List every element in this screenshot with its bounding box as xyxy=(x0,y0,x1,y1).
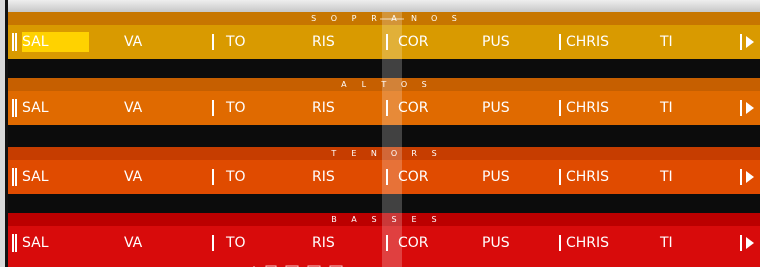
lyric-syllable[interactable]: RIS xyxy=(312,167,335,187)
track-title-letter: S xyxy=(311,14,317,23)
track-title-letter: S xyxy=(371,215,377,224)
lyric-syllable[interactable]: PUS xyxy=(482,167,510,187)
track-title-letter: S xyxy=(431,149,437,158)
barline xyxy=(559,100,561,116)
barline xyxy=(212,34,214,50)
track-title-letter: S xyxy=(421,80,427,89)
start-barline xyxy=(12,99,17,117)
lyric-syllable[interactable]: RIS xyxy=(312,98,335,118)
barline xyxy=(559,235,561,251)
lyric-syllable[interactable]: COR xyxy=(398,98,429,118)
lyric-syllable[interactable]: VA xyxy=(124,167,142,187)
lyric-syllable[interactable]: TI xyxy=(660,98,673,118)
lyric-syllable[interactable]: CHRIS xyxy=(566,32,609,52)
track-title-letter: P xyxy=(351,14,357,23)
lyric-syllable[interactable]: COR xyxy=(398,233,429,253)
barline xyxy=(212,169,214,185)
start-barline xyxy=(12,168,17,186)
track-title-letter: B xyxy=(331,215,337,224)
top-strip xyxy=(8,0,760,12)
choir-tracks: S O P R A N O S SAL VA TO RIS COR PUS CHRIS TI A L TO S S… xyxy=(8,12,760,267)
lyric-syllable[interactable]: VA xyxy=(124,32,142,52)
lyric-syllable[interactable]: VA xyxy=(124,98,142,118)
barline xyxy=(212,235,214,251)
lyric-syllable[interactable]: RIS xyxy=(312,233,335,253)
lyric-syllable[interactable]: TI xyxy=(660,32,673,52)
lyric-syllable[interactable]: TI xyxy=(660,167,673,187)
app-window: S O P R A N O S SAL VA TO RIS COR PUS CHRIS TI A L TO S S… xyxy=(0,0,760,267)
track-title-letter: E xyxy=(411,215,417,224)
track-title-letter: E xyxy=(351,149,357,158)
lyric-syllable[interactable]: CHRIS xyxy=(566,98,609,118)
lyric-syllable[interactable]: TI xyxy=(660,233,673,253)
lyric-syllable[interactable]: COR xyxy=(398,167,429,187)
lyric-syllable[interactable]: CHRIS xyxy=(566,233,609,253)
lyric-syllable[interactable]: SAL xyxy=(22,233,49,253)
play-arrow-icon[interactable] xyxy=(740,34,756,50)
track-title-letter: A xyxy=(341,80,347,89)
track-title-letter: O xyxy=(330,14,337,23)
lyric-syllable[interactable]: SAL xyxy=(22,32,89,52)
playhead[interactable] xyxy=(380,12,404,267)
lyric-syllable[interactable]: RIS xyxy=(312,32,335,52)
track-title-letter: N xyxy=(411,14,417,23)
track-title-letter: R xyxy=(411,149,417,158)
track-title-letter: S xyxy=(451,14,457,23)
track-title-letter: A xyxy=(351,215,357,224)
track-title-letter: O xyxy=(431,14,438,23)
track-title-letter: L xyxy=(361,80,367,89)
lyric-syllable[interactable]: TO xyxy=(226,233,246,253)
lyric-syllable[interactable]: SAL xyxy=(22,167,49,187)
track-title-letter: T xyxy=(331,149,337,158)
play-arrow-icon[interactable] xyxy=(740,100,756,116)
lyric-syllable[interactable]: SAL xyxy=(22,98,49,118)
left-border xyxy=(0,0,8,267)
lyric-syllable[interactable]: CHRIS xyxy=(566,167,609,187)
lyric-syllable[interactable]: TO xyxy=(226,167,246,187)
start-barline xyxy=(12,234,17,252)
barline xyxy=(212,100,214,116)
lyric-syllable[interactable]: PUS xyxy=(482,98,510,118)
lyric-syllable[interactable]: TO xyxy=(226,98,246,118)
track-title-letter: N xyxy=(370,149,377,158)
start-barline xyxy=(12,33,17,51)
barline xyxy=(559,34,561,50)
track-title-letter: R xyxy=(371,14,377,23)
barline xyxy=(559,169,561,185)
track-title-letter: S xyxy=(431,215,437,224)
play-arrow-icon[interactable] xyxy=(740,169,756,185)
play-arrow-icon[interactable] xyxy=(740,235,756,251)
lyric-syllable[interactable]: VA xyxy=(124,233,142,253)
lyric-syllable[interactable]: PUS xyxy=(482,233,510,253)
lyric-syllable[interactable]: COR xyxy=(398,32,429,52)
lyric-syllable[interactable]: PUS xyxy=(482,32,510,52)
lyric-syllable[interactable]: TO xyxy=(226,32,246,52)
